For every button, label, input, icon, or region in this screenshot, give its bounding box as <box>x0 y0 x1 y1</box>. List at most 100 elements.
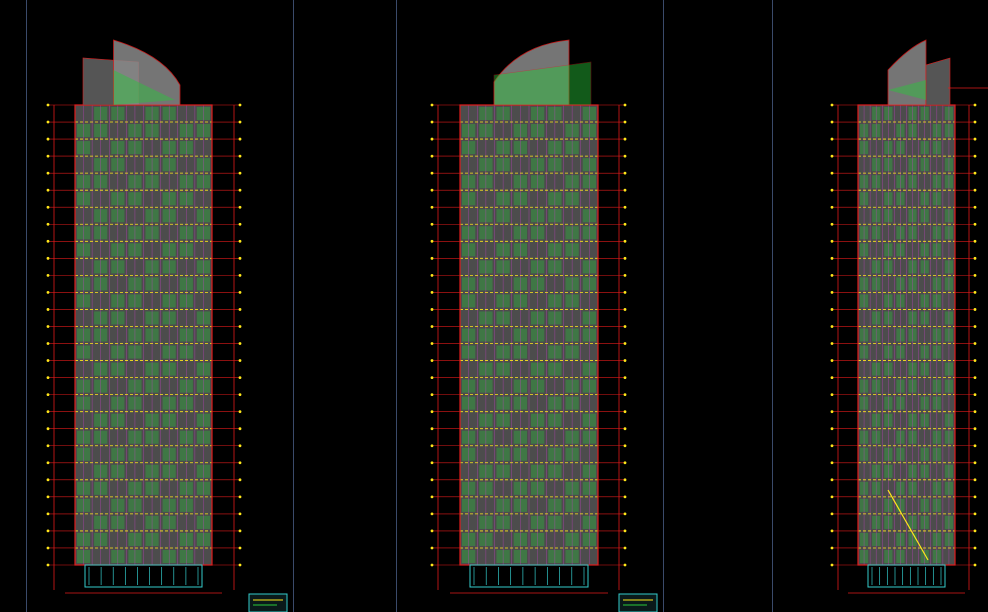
level-marker-left <box>46 120 50 124</box>
level-marker-right <box>973 393 977 397</box>
level-marker-right <box>973 359 977 362</box>
level-marker-right <box>623 308 627 311</box>
level-marker-right <box>973 444 977 448</box>
level-marker-right <box>238 188 242 192</box>
elevation-left <box>46 39 242 594</box>
level-marker-left <box>430 512 434 516</box>
level-marker-right <box>623 461 627 465</box>
level-marker-left <box>830 410 834 414</box>
level-marker-left <box>430 154 434 158</box>
level-marker-right <box>623 273 627 277</box>
level-marker-left <box>430 546 434 550</box>
level-marker-right <box>973 239 977 243</box>
level-marker-left <box>46 188 50 192</box>
level-marker-left <box>430 376 434 379</box>
level-marker-right <box>623 103 627 107</box>
level-marker-left <box>430 529 434 533</box>
level-marker-left <box>830 171 834 175</box>
title-block-frame <box>618 593 658 612</box>
level-marker-left <box>46 291 50 294</box>
level-marker-right <box>238 103 242 107</box>
level-marker-left <box>830 546 834 550</box>
title-block-middle <box>618 593 658 612</box>
level-marker-right <box>238 137 242 141</box>
level-marker-right <box>973 137 977 141</box>
level-marker-left <box>46 308 50 311</box>
level-marker-left <box>46 103 50 107</box>
level-marker-left <box>46 171 50 175</box>
level-marker-left <box>46 137 50 141</box>
level-marker-right <box>973 171 977 175</box>
level-marker-left <box>830 478 834 482</box>
level-marker-right <box>973 154 977 158</box>
level-marker-left <box>46 273 50 277</box>
level-marker-right <box>623 529 627 533</box>
level-marker-left <box>830 273 834 277</box>
level-marker-left <box>46 154 50 158</box>
level-marker-right <box>623 291 627 294</box>
level-marker-right <box>973 205 977 209</box>
level-marker-left <box>830 359 834 362</box>
level-marker-right <box>238 325 242 328</box>
level-marker-left <box>830 137 834 141</box>
level-marker-right <box>623 256 627 260</box>
level-marker-right <box>238 308 242 311</box>
level-marker-left <box>430 495 434 499</box>
level-marker-right <box>623 478 627 482</box>
level-marker-left <box>46 256 50 260</box>
level-marker-right <box>623 205 627 209</box>
level-marker-left <box>46 546 50 550</box>
level-marker-right <box>973 495 977 499</box>
level-marker-right <box>973 427 977 431</box>
level-marker-left <box>430 103 434 107</box>
level-marker-left <box>46 563 50 567</box>
level-marker-left <box>46 325 50 328</box>
tower-crown <box>493 39 592 106</box>
level-marker-right <box>973 461 977 465</box>
level-marker-right <box>623 359 627 362</box>
level-marker-right <box>623 137 627 141</box>
level-marker-left <box>830 495 834 499</box>
level-marker-right <box>623 239 627 243</box>
level-marker-left <box>46 393 50 397</box>
level-marker-right <box>238 222 242 226</box>
level-marker-right <box>238 239 242 243</box>
level-marker-right <box>623 325 627 328</box>
level-marker-left <box>430 239 434 243</box>
level-marker-left <box>46 461 50 465</box>
level-marker-right <box>973 478 977 482</box>
tower-crown <box>82 39 181 106</box>
level-marker-left <box>830 154 834 158</box>
level-marker-right <box>623 376 627 379</box>
level-marker-left <box>430 359 434 362</box>
level-marker-left <box>430 188 434 192</box>
level-marker-right <box>238 478 242 482</box>
level-marker-right <box>623 546 627 550</box>
level-marker-right <box>238 546 242 550</box>
level-marker-right <box>238 291 242 294</box>
level-marker-right <box>973 546 977 550</box>
level-marker-right <box>623 342 627 345</box>
level-marker-left <box>430 222 434 226</box>
level-marker-left <box>830 393 834 397</box>
level-marker-left <box>430 427 434 431</box>
level-marker-left <box>430 137 434 141</box>
level-marker-right <box>238 376 242 379</box>
level-marker-left <box>830 222 834 226</box>
level-marker-right <box>238 205 242 209</box>
title-block-left <box>248 593 288 612</box>
level-marker-left <box>830 461 834 465</box>
level-marker-right <box>238 359 242 362</box>
level-marker-right <box>623 427 627 431</box>
level-marker-right <box>623 444 627 448</box>
level-marker-left <box>830 188 834 192</box>
crown-panel <box>925 57 951 106</box>
elevation-right <box>830 39 988 594</box>
cad-drawing-canvas[interactable] <box>0 0 988 612</box>
level-marker-left <box>46 376 50 379</box>
level-marker-left <box>46 222 50 226</box>
level-marker-right <box>623 154 627 158</box>
level-marker-right <box>238 427 242 431</box>
level-marker-left <box>430 393 434 397</box>
level-marker-right <box>973 120 977 124</box>
